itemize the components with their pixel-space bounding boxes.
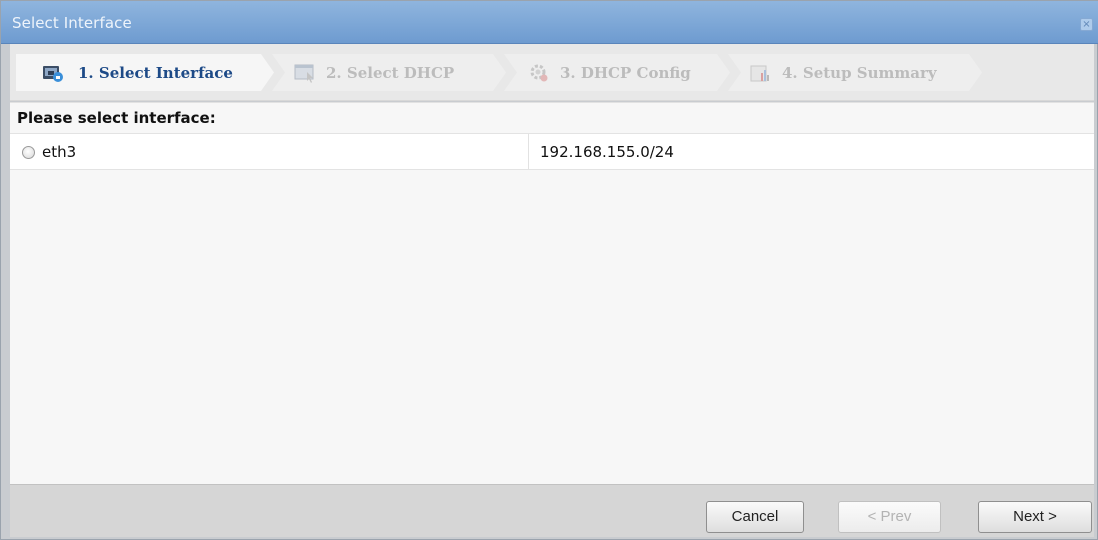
interface-icon [42,63,64,83]
dhcp-select-icon [294,63,316,83]
step-label: 3. DHCP Config [560,64,691,82]
summary-chart-icon [750,63,772,83]
step-select-interface: 1. Select Interface [16,54,274,91]
interface-name: eth3 [42,143,77,161]
cancel-button[interactable]: Cancel [706,501,804,533]
title-bar[interactable]: Select Interface × [1,1,1098,44]
select-interface-dialog: Select Interface × 1. Select Interface 2… [0,0,1098,540]
step-setup-summary: 4. Setup Summary [728,54,982,91]
window-title: Select Interface [12,14,132,32]
wizard-steps: 1. Select Interface 2. Select DHCP 3. DH… [10,44,1094,101]
next-button[interactable]: Next > [978,501,1092,533]
step-label: 2. Select DHCP [326,64,455,82]
column-divider [528,134,529,169]
step-dhcp-config: 3. DHCP Config [504,54,730,91]
step-label: 1. Select Interface [78,64,233,82]
interface-list-panel: Please select interface: eth3 192.168.15… [10,102,1094,484]
config-gear-icon [528,63,550,83]
close-icon[interactable]: × [1080,18,1093,31]
table-row[interactable]: eth3 192.168.155.0/24 [10,133,1094,170]
interface-subnet: 192.168.155.0/24 [540,143,674,161]
dialog-footer: Cancel < Prev Next > [10,484,1094,537]
step-label: 4. Setup Summary [782,64,937,82]
prev-button[interactable]: < Prev [838,501,941,533]
interface-radio[interactable] [22,146,35,159]
step-select-dhcp: 2. Select DHCP [272,54,506,91]
select-interface-prompt: Please select interface: [17,109,216,127]
